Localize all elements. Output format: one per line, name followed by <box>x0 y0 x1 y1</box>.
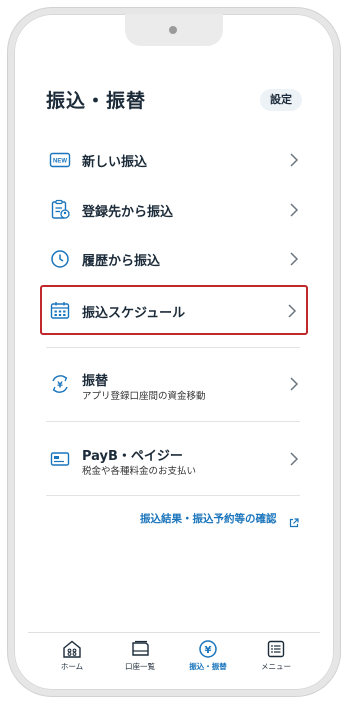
menu-item-subtitle: 税金や各種料金のお支払い <box>82 466 197 477</box>
menu-item-account-transfer[interactable]: ¥ 振替 アプリ登録口座間の資金移動 <box>42 360 308 408</box>
chevron-right-icon <box>286 303 298 319</box>
menu-item-registered-transfer[interactable]: 登録先から振込 <box>42 186 308 234</box>
clock-icon <box>48 247 72 271</box>
divider <box>46 347 300 348</box>
chevron-right-icon <box>288 251 300 267</box>
tab-label: 口座一覧 <box>125 662 155 671</box>
svg-text:¥: ¥ <box>205 645 212 656</box>
phone-notch <box>125 14 223 46</box>
tab-menu[interactable]: メニュー <box>246 639 306 679</box>
tab-home[interactable]: ホーム <box>42 639 102 679</box>
chevron-right-icon <box>288 202 300 218</box>
yen-circle-icon: ¥ <box>199 640 217 658</box>
menu-item-subtitle: アプリ登録口座間の資金移動 <box>82 391 206 402</box>
clipboard-user-icon <box>48 198 72 222</box>
speaker <box>169 26 177 34</box>
menu-item-payb-payeasy[interactable]: PayB・ペイジー 税金や各種料金のお支払い <box>42 435 308 483</box>
card-icon <box>48 447 72 471</box>
home-icon <box>63 640 81 658</box>
menu-item-label: 新しい振込 <box>82 155 148 170</box>
new-badge-text: NEW <box>53 159 67 165</box>
chevron-right-icon <box>288 376 300 392</box>
divider <box>46 495 300 496</box>
menu-item-label: 履歴から振込 <box>82 254 161 269</box>
menu-item-new-transfer[interactable]: NEW 新しい振込 <box>42 136 308 184</box>
menu-item-transfer-schedule[interactable]: 振込スケジュール <box>40 285 308 335</box>
tab-label: ホーム <box>60 662 84 671</box>
transfer-results-link[interactable]: 振込結果・振込予約等の確認 <box>140 511 277 526</box>
settings-button[interactable]: 設定 <box>260 89 302 111</box>
menu-item-label: 登録先から振込 <box>82 205 174 220</box>
external-link-icon[interactable] <box>289 513 299 528</box>
new-badge-icon: NEW <box>48 148 72 172</box>
chevron-right-icon <box>288 451 300 467</box>
yen-transfer-icon: ¥ <box>48 372 72 396</box>
screen <box>22 22 326 681</box>
menu-item-history-transfer[interactable]: 履歴から振込 <box>42 235 308 283</box>
page-title: 振込・振替 <box>46 90 147 112</box>
tab-label: 振込・振替 <box>189 662 227 671</box>
passbook-icon <box>132 640 149 656</box>
tab-accounts[interactable]: 口座一覧 <box>110 639 170 679</box>
chevron-right-icon <box>288 152 300 168</box>
tab-label: メニュー <box>261 662 291 671</box>
svg-text:¥: ¥ <box>57 381 63 390</box>
menu-item-label: 振替 <box>82 374 109 389</box>
tab-bar: ホーム 口座一覧 ¥ 振込・振替 メニュー <box>28 632 320 679</box>
menu-item-label: 振込スケジュール <box>82 306 186 321</box>
menu-item-label: PayB・ペイジー <box>82 449 183 464</box>
tab-transfer[interactable]: ¥ 振込・振替 <box>178 639 238 679</box>
calendar-icon <box>48 299 72 323</box>
menu-list-icon <box>267 640 285 658</box>
divider <box>46 421 300 422</box>
